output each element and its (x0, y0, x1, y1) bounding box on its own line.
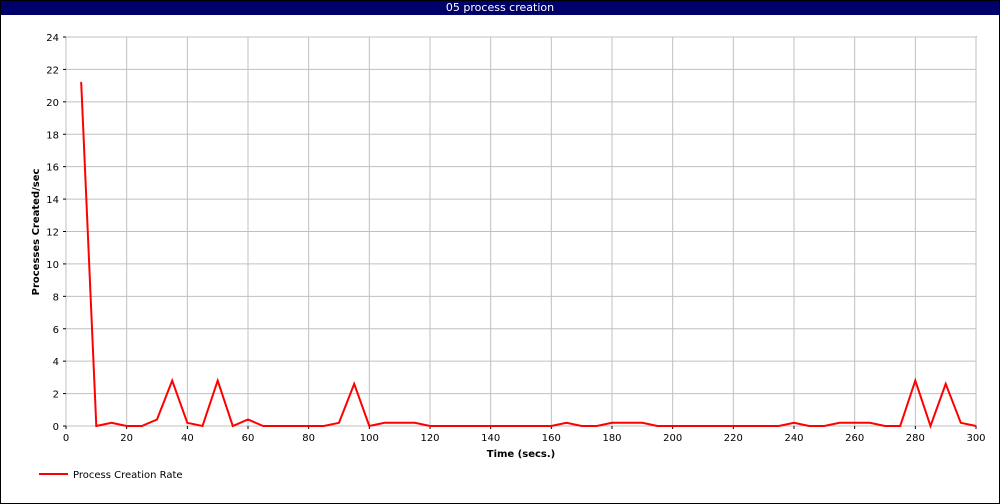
data-point (186, 421, 189, 424)
data-point (550, 425, 553, 427)
data-point (80, 81, 82, 84)
data-point (747, 425, 750, 427)
y-tick-label: 14 (46, 195, 59, 206)
data-point (611, 421, 613, 424)
y-tick-label: 16 (46, 163, 59, 174)
data-point (914, 379, 917, 382)
data-point (520, 425, 522, 427)
data-point (565, 421, 568, 424)
data-point (626, 421, 628, 424)
y-tick-label: 20 (46, 98, 59, 109)
y-tick-label: 22 (46, 65, 59, 76)
data-point (474, 425, 477, 427)
data-point (353, 383, 355, 385)
data-point (398, 421, 401, 424)
data-point (596, 425, 598, 427)
data-point (778, 425, 780, 427)
data-point (762, 425, 765, 427)
x-tick-label: 300 (966, 433, 985, 444)
data-point (899, 425, 901, 427)
chart-window: 05 process creation 0 20 40 60 80 100 120 140 16… (0, 0, 1000, 504)
data-point (368, 425, 371, 427)
x-tick-label: 40 (181, 433, 194, 444)
data-point (247, 418, 249, 421)
data-point (277, 425, 280, 427)
data-point (307, 425, 310, 427)
x-tick-label: 260 (845, 433, 864, 444)
data-point (732, 425, 735, 427)
data-point (110, 421, 113, 424)
x-tick-label: 220 (724, 433, 743, 444)
y-axis-title: Processes Created/sec (31, 169, 42, 296)
y-tick-label: 10 (46, 260, 59, 271)
data-point (869, 421, 871, 424)
data-point (671, 425, 674, 427)
x-tick-label: 100 (360, 433, 379, 444)
data-point (975, 425, 977, 427)
x-tick-label: 80 (302, 433, 315, 444)
y-tick-label: 12 (46, 228, 59, 239)
y-tick-label: 18 (46, 130, 59, 141)
data-point (929, 425, 932, 427)
legend-label: Process Creation Rate (73, 470, 183, 481)
x-tick-label: 60 (242, 433, 255, 444)
data-point (687, 425, 689, 427)
data-point (141, 425, 143, 427)
y-tick-label: 8 (53, 292, 59, 303)
data-point (323, 425, 325, 427)
y-tick-label: 24 (46, 33, 59, 44)
x-tick-label: 160 (542, 433, 561, 444)
data-point (944, 383, 947, 385)
data-point (459, 425, 462, 427)
x-tick-label: 280 (906, 433, 925, 444)
y-tick-label: 0 (53, 422, 59, 433)
data-point (656, 425, 659, 427)
data-point (702, 425, 704, 427)
data-point (292, 425, 295, 427)
data-point (414, 421, 416, 424)
x-axis-title: Time (secs.) (487, 449, 556, 460)
x-tick-label: 180 (602, 433, 621, 444)
data-point (505, 425, 507, 427)
data-point (960, 421, 962, 424)
data-point (201, 425, 204, 427)
data-point (338, 421, 340, 424)
line-chart: 0 20 40 60 80 100 120 140 160 180 200 220 240 260 280 3… (31, 33, 986, 481)
data-point (156, 418, 158, 421)
data-point (884, 425, 886, 427)
data-point (717, 425, 719, 427)
data-point (216, 379, 219, 382)
data-point (95, 425, 98, 427)
data-point (429, 425, 431, 427)
x-tick-label: 140 (481, 433, 500, 444)
x-tick-label: 240 (784, 433, 803, 444)
data-point (171, 379, 173, 382)
y-tick-label: 4 (53, 357, 59, 368)
y-tick-label: 2 (53, 390, 59, 401)
data-point (793, 421, 795, 424)
data-point (125, 425, 128, 427)
x-tick-label: 200 (663, 433, 682, 444)
x-tick-label: 20 (120, 433, 133, 444)
data-point (232, 425, 234, 427)
y-tick-label: 6 (53, 325, 59, 336)
data-point (535, 425, 537, 427)
data-point (808, 425, 810, 427)
data-point (641, 421, 644, 424)
x-tick-label: 120 (420, 433, 439, 444)
y-axis-ticks: 024681012141618202224 (46, 33, 66, 433)
data-point (838, 421, 841, 424)
window-title: 05 process creation (1, 1, 999, 15)
data-point (580, 425, 583, 427)
data-point (444, 425, 446, 427)
data-point (823, 425, 826, 427)
x-axis-ticks: 0 20 40 60 80 100 120 140 160 180 200 220 240 260 280 3… (63, 426, 986, 444)
data-point (262, 425, 264, 427)
data-point (489, 425, 492, 427)
data-point (383, 421, 386, 424)
data-point (853, 421, 856, 424)
legend: Process Creation Rate (39, 470, 183, 481)
x-tick-label: 0 (63, 433, 69, 444)
